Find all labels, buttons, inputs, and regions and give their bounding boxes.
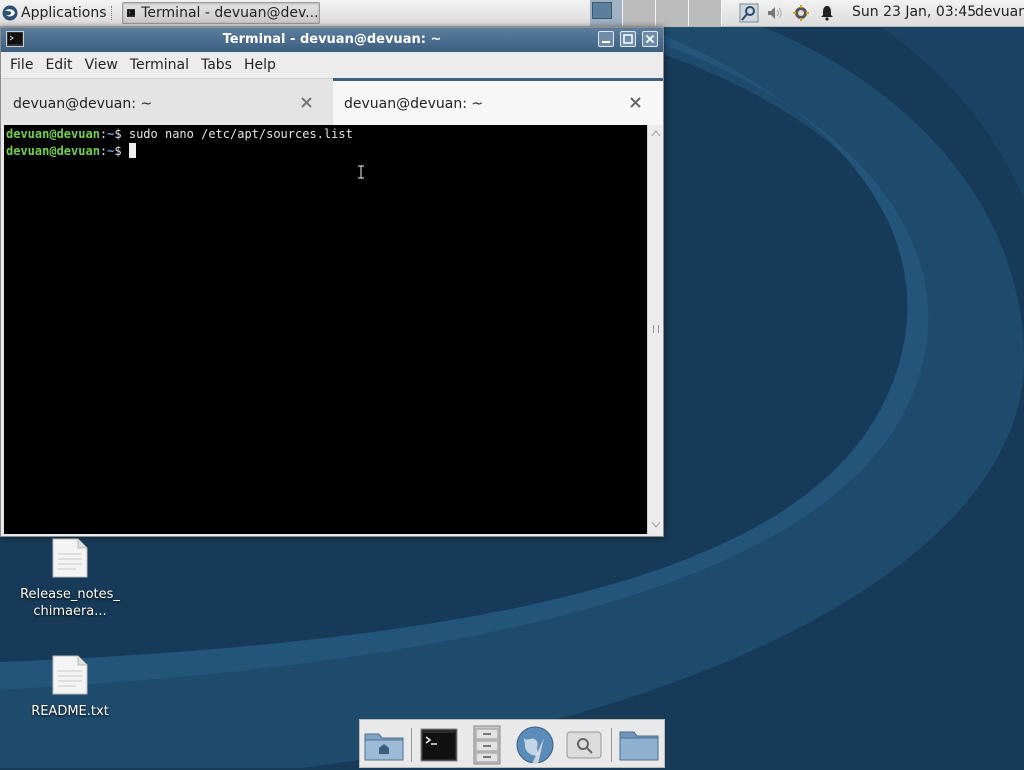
devuan-logo-icon: [2, 5, 18, 21]
taskbar-item-label: Terminal - devuan@dev...: [141, 5, 319, 21]
ibeam-cursor-icon: [358, 165, 364, 179]
terminal-command: sudo nano /etc/apt/sources.list: [128, 127, 353, 141]
terminal-scrollbar[interactable]: [647, 125, 663, 534]
menu-bar: File Edit View Terminal Tabs Help: [1, 52, 663, 78]
prompt-symbol: $: [114, 144, 129, 158]
close-button[interactable]: [642, 31, 658, 47]
scroll-up-icon[interactable]: [651, 129, 661, 137]
tab-2[interactable]: devuan@devuan: ~: [333, 78, 663, 125]
scroll-down-icon[interactable]: [651, 521, 661, 529]
search-icon: [566, 731, 602, 759]
desktop-icon-label: Release_notes_chimaera...: [20, 587, 120, 619]
file-cabinet-icon: [473, 725, 501, 765]
dock-folder[interactable]: [618, 724, 660, 766]
maximize-icon: [623, 34, 633, 44]
dock-home-folder[interactable]: [363, 724, 405, 766]
terminal-line: devuan@devuan:~$: [4, 143, 647, 160]
menu-tabs[interactable]: Tabs: [195, 57, 238, 73]
panel-separator: [110, 6, 116, 20]
clock[interactable]: Sun 23 Jan, 03:45: [852, 4, 976, 20]
workspace-4[interactable]: [689, 0, 722, 26]
window-title: Terminal - devuan@devuan: ~: [222, 32, 442, 47]
dock-separator: [611, 728, 612, 762]
top-panel: Applications Terminal - devuan@dev... Su…: [0, 0, 1024, 27]
window-titlebar[interactable]: Terminal - devuan@devuan: ~: [1, 28, 663, 52]
dock-web-browser[interactable]: [514, 724, 556, 766]
network-search-icon[interactable]: [738, 2, 760, 24]
home-folder-icon: [364, 733, 404, 761]
folder-icon: [619, 731, 659, 761]
prompt-user: devuan@devuan: [6, 144, 100, 158]
terminal-line: devuan@devuan:~$ sudo nano /etc/apt/sour…: [4, 126, 647, 143]
web-browser-icon: [516, 726, 554, 764]
terminal-icon: [420, 728, 458, 762]
workspace-2[interactable]: [623, 0, 656, 26]
tab-close-button[interactable]: [627, 94, 643, 110]
menu-terminal[interactable]: Terminal: [124, 57, 195, 73]
terminal-icon: [126, 9, 136, 17]
minimize-button[interactable]: [598, 31, 614, 47]
menu-help[interactable]: Help: [238, 57, 282, 73]
tab-label: devuan@devuan: ~: [344, 96, 484, 112]
close-icon: [629, 96, 641, 108]
terminal-output[interactable]: devuan@devuan:~$ sudo nano /etc/apt/sour…: [4, 125, 647, 534]
menu-edit[interactable]: Edit: [39, 57, 78, 73]
tab-label: devuan@devuan: ~: [13, 96, 153, 112]
notification-bell-icon[interactable]: [816, 2, 838, 24]
dock: [359, 719, 665, 768]
dock-separator: [411, 728, 412, 762]
prompt-user: devuan@devuan: [6, 127, 100, 141]
tab-close-button[interactable]: [298, 94, 314, 110]
system-tray: [738, 0, 842, 26]
close-icon: [645, 34, 655, 44]
scroll-grip[interactable]: [653, 325, 659, 333]
dock-file-cabinet[interactable]: [466, 724, 508, 766]
volume-icon[interactable]: [764, 2, 786, 24]
applications-label: Applications: [21, 5, 107, 21]
dock-search[interactable]: [563, 724, 605, 766]
desktop-icon-release-notes[interactable]: Release_notes_chimaera...: [20, 538, 120, 620]
workspace-switcher: [590, 0, 722, 26]
workspace-3[interactable]: [656, 0, 689, 26]
user-menu[interactable]: devuan: [975, 4, 1024, 20]
close-icon: [300, 96, 312, 108]
dock-terminal[interactable]: [418, 724, 460, 766]
workspace-1[interactable]: [590, 0, 623, 26]
applications-menu[interactable]: Applications: [0, 0, 107, 26]
taskbar-item-terminal[interactable]: Terminal - devuan@dev...: [121, 2, 320, 24]
text-cursor: [128, 143, 136, 158]
tab-1[interactable]: devuan@devuan: ~: [1, 78, 333, 125]
prompt-symbol: $: [114, 127, 129, 141]
desktop-icon-readme[interactable]: README.txt: [20, 655, 120, 720]
update-notifier-icon[interactable]: [790, 2, 812, 24]
desktop-icon-label: README.txt: [31, 704, 109, 719]
menu-view[interactable]: View: [79, 57, 124, 73]
tab-bar: devuan@devuan: ~ devuan@devuan: ~: [1, 78, 663, 125]
text-file-icon: [52, 655, 88, 695]
menu-file[interactable]: File: [1, 57, 39, 73]
terminal-window: Terminal - devuan@devuan: ~ File Edit Vi…: [0, 27, 664, 537]
text-file-icon: [52, 538, 88, 578]
minimize-icon: [602, 41, 610, 43]
maximize-button[interactable]: [620, 31, 636, 47]
